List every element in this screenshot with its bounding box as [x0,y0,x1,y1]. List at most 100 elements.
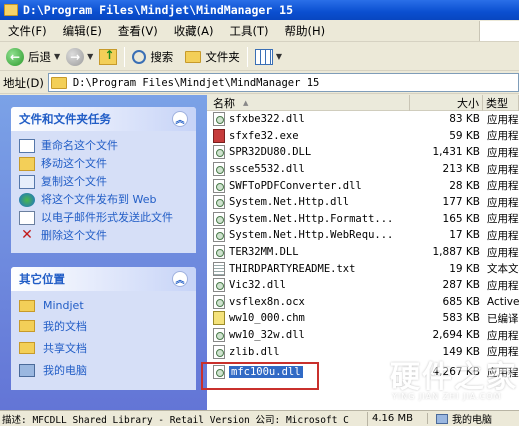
menu-help[interactable]: 帮助(H) [277,23,334,39]
address-path: D:\Program Files\Mindjet\MindManager 15 [72,76,320,89]
file-row[interactable]: System.Net.Http.Formatt... 165 KB 应用程序扩展 [207,211,519,228]
forward-arrow-icon: → [66,47,85,66]
menu-bar: 文件(F) 编辑(E) 查看(V) 收藏(A) 工具(T) 帮助(H) [0,20,519,42]
help-file-icon [213,311,225,326]
file-type: 应用程序扩展 [487,346,519,359]
task-rename[interactable]: 重命名这个文件 [19,139,188,153]
chevron-down-icon[interactable]: ▼ [87,52,93,61]
file-type: 应用程序扩展 [487,279,519,292]
file-type: 已编译的 HTML 帮助文件 [487,312,519,325]
place-shared-documents[interactable]: 共享文档 [19,340,188,356]
file-tasks-panel: 文件和文件夹任务 ︽ 重命名这个文件 移动这个文件 复制这个文件 将这个文件发布… [11,107,196,253]
file-size: 28 KB [449,179,480,192]
place-label: Mindjet [43,299,84,312]
menu-file[interactable]: 文件(F) [0,23,55,39]
file-row[interactable]: Vic32.dll 287 KB 应用程序扩展 [207,277,519,294]
file-name: ww10_32w.dll [229,329,305,342]
file-name: ww10_000.chm [229,312,305,325]
views-button[interactable]: ▼ [252,45,285,69]
file-size: 287 KB [442,279,480,292]
search-icon [132,49,147,64]
chevron-down-icon[interactable]: ▼ [276,52,282,61]
file-type: 应用程序扩展 [487,146,519,159]
task-copy[interactable]: 复制这个文件 [19,175,188,189]
folder-icon [50,76,67,89]
task-label: 以电子邮件形式发送此文件 [41,211,173,224]
other-places-header[interactable]: 其它位置 ︽ [11,267,196,291]
file-type: 应用程序扩展 [487,329,519,342]
status-location: 我的电脑 [428,411,492,426]
file-type: 文本文档 [487,263,519,276]
task-label: 移动这个文件 [41,157,107,170]
file-tasks-header[interactable]: 文件和文件夹任务 ︽ [11,107,196,131]
file-row[interactable]: ww10_000.chm 583 KB 已编译的 HTML 帮助文件 [207,310,519,327]
toolbar-separator [246,46,248,67]
status-size: 4.16 MB [368,413,428,424]
computer-icon [436,413,448,424]
column-size[interactable]: 大小 [410,95,483,111]
shared-folder-icon [19,342,35,354]
up-button[interactable] [96,45,120,69]
collapse-icon[interactable]: ︽ [172,271,188,287]
window-title: D:\Program Files\Mindjet\MindManager 15 [23,3,294,17]
file-row-selected[interactable]: mfc100u.dll 4,267 KB 应用程序扩展 [207,364,519,381]
file-type: 应用程序 [487,130,519,143]
file-row[interactable]: System.Net.Http.WebRequ... 17 KB 应用程序扩展 [207,227,519,244]
search-button[interactable]: 搜索 [129,45,176,69]
menu-tools[interactable]: 工具(T) [222,23,277,39]
column-type[interactable]: 类型 [483,95,519,111]
file-row[interactable]: vsflex8n.ocx 685 KB ActiveX 控件 [207,294,519,311]
file-row[interactable]: sfxfe32.exe 59 KB 应用程序 [207,128,519,145]
file-row[interactable]: SPR32DU80.DLL 1,431 KB 应用程序扩展 [207,144,519,161]
file-size: 1,431 KB [432,146,481,159]
menu-view[interactable]: 查看(V) [110,23,166,39]
menu-favorites[interactable]: 收藏(A) [166,23,222,39]
dll-file-icon [213,228,225,243]
folder-icon [19,320,35,332]
address-bar: 地址(D) D:\Program Files\Mindjet\MindManag… [0,72,519,94]
task-pane: 文件和文件夹任务 ︽ 重命名这个文件 移动这个文件 复制这个文件 将这个文件发布… [0,95,207,410]
folders-button[interactable]: 文件夹 [182,45,243,69]
file-row[interactable]: ww10_32w.dll 2,694 KB 应用程序扩展 [207,327,519,344]
place-mindjet[interactable]: Mindjet [19,299,188,312]
file-type: 应用程序扩展 [487,180,519,193]
file-row[interactable]: THIRDPARTYREADME.txt 19 KB 文本文档 [207,260,519,277]
file-row[interactable]: sfxbe322.dll 83 KB 应用程序扩展 [207,111,519,128]
column-name-label: 名称 [213,97,235,110]
file-row[interactable]: SWFToPDFConverter.dll 28 KB 应用程序扩展 [207,177,519,194]
views-icon [254,48,273,65]
column-header: 名称 ▲ 大小 类型 [207,95,519,111]
place-my-computer[interactable]: 我的电脑 [19,362,188,378]
address-field[interactable]: D:\Program Files\Mindjet\MindManager 15 [47,73,519,92]
file-size: 685 KB [442,295,480,308]
back-button[interactable]: ← 后退 ▼ [3,45,63,69]
collapse-icon[interactable]: ︽ [172,111,188,127]
dll-file-icon [213,344,225,359]
task-label: 重命名这个文件 [41,139,118,152]
place-my-documents[interactable]: 我的文档 [19,318,188,334]
task-publish-web[interactable]: 将这个文件发布到 Web [19,193,188,207]
back-label: 后退 [28,49,51,64]
file-row[interactable]: zlib.dll 149 KB 应用程序扩展 [207,343,519,360]
column-name[interactable]: 名称 ▲ [207,95,410,111]
file-name: System.Net.Http.Formatt... [229,212,394,225]
file-row[interactable]: TER32MM.DLL 1,887 KB 应用程序扩展 [207,244,519,261]
task-move[interactable]: 移动这个文件 [19,157,188,171]
file-size: 83 KB [449,113,480,126]
file-name: Vic32.dll [229,279,286,292]
task-delete[interactable]: ✕ 删除这个文件 [19,228,188,243]
task-email[interactable]: 以电子邮件形式发送此文件 [19,211,188,225]
title-bar[interactable]: D:\Program Files\Mindjet\MindManager 15 [0,0,519,20]
dll-file-icon [213,278,225,293]
file-type: 应用程序扩展 [487,113,519,126]
forward-button[interactable]: → ▼ [63,45,96,69]
file-name: ssce5532.dll [229,163,305,176]
file-type: 应用程序扩展 [487,163,519,176]
dll-file-icon [213,245,225,260]
menu-edit[interactable]: 编辑(E) [55,23,110,39]
file-row[interactable]: ssce5532.dll 213 KB 应用程序扩展 [207,161,519,178]
globe-icon [19,193,35,207]
other-places-title: 其它位置 [19,272,65,286]
file-row[interactable]: System.Net.Http.dll 177 KB 应用程序扩展 [207,194,519,211]
chevron-down-icon[interactable]: ▼ [54,52,60,61]
